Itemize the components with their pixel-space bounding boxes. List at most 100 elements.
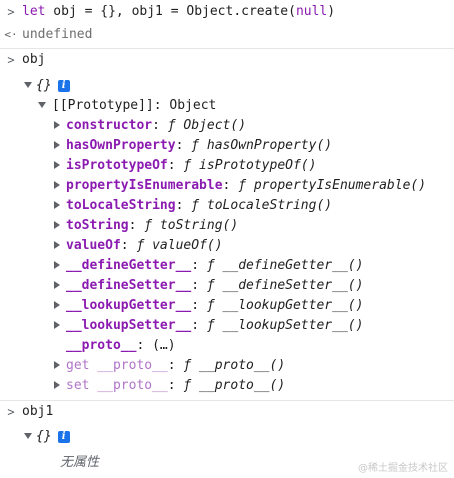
member-separator: : — [191, 258, 207, 273]
object-summary: {} i — [36, 427, 70, 447]
member-name: hasOwnProperty — [66, 138, 176, 153]
chevron-right-icon: > — [7, 405, 15, 419]
function-marker: ƒ — [206, 258, 215, 273]
console-output-row: <· undefined — [0, 25, 454, 45]
object-summary-text: {} — [36, 78, 52, 93]
prototype-member-row[interactable]: set __proto__: ƒ __proto__() — [0, 376, 454, 396]
chevron-right-icon[interactable] — [54, 160, 60, 169]
chevron-right-icon[interactable] — [54, 200, 60, 209]
info-icon[interactable]: i — [57, 79, 70, 92]
member-separator: : — [152, 118, 168, 133]
prototype-member-row[interactable]: constructor: ƒ Object() — [0, 116, 454, 136]
member-entry: isPrototypeOf: ƒ isPrototypeOf() — [66, 156, 316, 176]
member-value: valueOf() — [144, 238, 223, 253]
chevron-right-icon[interactable] — [54, 260, 60, 269]
prototype-member-row[interactable]: hasOwnProperty: ƒ hasOwnProperty() — [0, 136, 454, 156]
chevron-right-icon[interactable] — [54, 220, 60, 229]
object-summary-row[interactable]: {} i — [0, 427, 454, 447]
expand-toggle[interactable] — [54, 316, 60, 336]
chevron-right-icon[interactable] — [54, 180, 60, 189]
chevron-down-icon[interactable] — [24, 81, 32, 88]
member-separator: : — [175, 198, 192, 213]
expand-toggle[interactable] — [54, 236, 60, 256]
member-entry: __defineGetter__: ƒ __defineGetter__() — [66, 256, 363, 276]
expand-toggle[interactable] — [38, 96, 46, 116]
expand-toggle[interactable] — [54, 156, 60, 176]
expand-toggle[interactable] — [54, 216, 60, 236]
output-undefined: undefined — [22, 27, 93, 42]
expand-toggle[interactable] — [54, 196, 60, 216]
member-value: toLocaleString() — [199, 198, 333, 213]
chevron-right-icon: > — [7, 53, 15, 67]
null-keyword: null — [295, 4, 328, 19]
devtools-console: > let obj = {}, obj1 = Object.create(nul… — [0, 0, 454, 478]
chevron-right-icon[interactable] — [54, 300, 60, 309]
prototype-member-row[interactable]: propertyIsEnumerable: ƒ propertyIsEnumer… — [0, 176, 454, 196]
expand-toggle[interactable] — [54, 296, 60, 316]
member-entry: toLocaleString: ƒ toLocaleString() — [66, 196, 332, 216]
member-entry: get __proto__: ƒ __proto__() — [66, 356, 285, 376]
member-separator: : — [128, 218, 145, 233]
member-name: __lookupSetter__ — [66, 318, 192, 333]
member-separator: : — [167, 158, 184, 173]
function-marker: ƒ — [191, 138, 200, 153]
prototype-row[interactable]: [[Prototype]]: Object — [0, 96, 454, 116]
prototype-member-row[interactable]: __proto__: (…) — [0, 336, 454, 356]
expand-toggle[interactable] — [54, 116, 60, 136]
member-name: __defineGetter__ — [66, 258, 192, 273]
prototype-member-row[interactable]: isPrototypeOf: ƒ isPrototypeOf() — [0, 156, 454, 176]
member-value[interactable]: (…) — [152, 338, 175, 353]
prototype-member-row[interactable]: toLocaleString: ƒ toLocaleString() — [0, 196, 454, 216]
member-value: propertyIsEnumerable() — [246, 178, 427, 193]
chevron-right-icon[interactable] — [54, 380, 60, 389]
member-name: __defineSetter__ — [66, 278, 192, 293]
prototype-member-row[interactable]: toString: ƒ toString() — [0, 216, 454, 236]
prototype-member-row[interactable]: __lookupGetter__: ƒ __lookupGetter__() — [0, 296, 454, 316]
chevron-right-icon[interactable] — [54, 360, 60, 369]
expand-toggle[interactable] — [54, 136, 60, 156]
member-separator: : — [191, 318, 207, 333]
member-value: __proto__() — [191, 358, 286, 373]
prototype-label: [[Prototype]]: Object — [52, 98, 217, 113]
code-close: ) — [327, 4, 336, 19]
prototype-member-row[interactable]: __defineSetter__: ƒ __defineSetter__() — [0, 276, 454, 296]
chevron-right-icon[interactable] — [54, 240, 60, 249]
member-entry: __lookupSetter__: ƒ __lookupSetter__() — [66, 316, 363, 336]
function-marker: ƒ — [167, 118, 176, 133]
chevron-right-icon[interactable] — [54, 120, 60, 129]
chevron-right-icon[interactable] — [54, 280, 60, 289]
chevron-right-icon[interactable] — [54, 320, 60, 329]
member-entry: __lookupGetter__: ƒ __lookupGetter__() — [66, 296, 363, 316]
chevron-down-icon[interactable] — [24, 432, 32, 439]
member-separator: : — [167, 378, 184, 393]
prototype-member-row[interactable]: __defineGetter__: ƒ __defineGetter__() — [0, 256, 454, 276]
member-name: get __proto__ — [66, 358, 168, 373]
member-value: isPrototypeOf() — [191, 158, 317, 173]
chevron-right-icon[interactable] — [54, 140, 60, 149]
function-marker: ƒ — [206, 278, 215, 293]
function-marker: ƒ — [191, 198, 200, 213]
member-name: toLocaleString — [66, 198, 176, 213]
expand-toggle[interactable] — [54, 176, 60, 196]
chevron-down-icon[interactable] — [38, 101, 46, 108]
info-icon[interactable]: i — [57, 430, 70, 443]
member-entry: __proto__: (…) — [66, 336, 176, 356]
object-summary-row[interactable]: {} i — [0, 76, 454, 96]
function-marker: ƒ — [238, 178, 247, 193]
function-marker: ƒ — [144, 218, 153, 233]
member-name: set __proto__ — [66, 378, 168, 393]
member-name: constructor — [66, 118, 153, 133]
input-code: obj — [22, 52, 46, 67]
prototype-member-row[interactable]: get __proto__: ƒ __proto__() — [0, 356, 454, 376]
expand-toggle[interactable] — [54, 356, 60, 376]
member-name: toString — [66, 218, 129, 233]
expand-toggle[interactable] — [54, 256, 60, 276]
expand-toggle[interactable] — [24, 76, 32, 96]
member-name: valueOf — [66, 238, 121, 253]
prototype-member-row[interactable]: valueOf: ƒ valueOf() — [0, 236, 454, 256]
expand-toggle[interactable] — [54, 376, 60, 396]
member-entry: hasOwnProperty: ƒ hasOwnProperty() — [66, 136, 332, 156]
expand-toggle[interactable] — [24, 427, 32, 447]
prototype-member-row[interactable]: __lookupSetter__: ƒ __lookupSetter__() — [0, 316, 454, 336]
expand-toggle[interactable] — [54, 276, 60, 296]
